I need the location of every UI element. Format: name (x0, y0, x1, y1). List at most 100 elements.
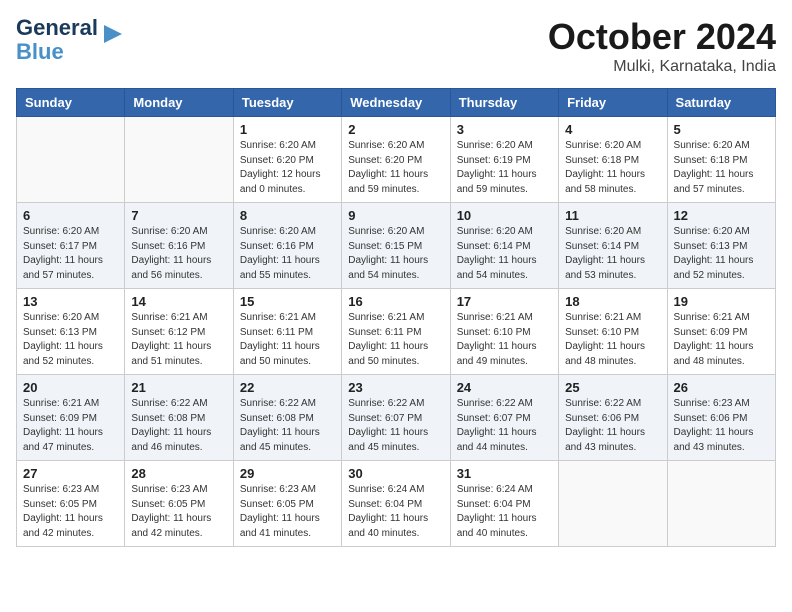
day-number: 26 (674, 380, 769, 395)
logo: GeneralBlue (16, 16, 124, 64)
page-header: GeneralBlue October 2024 Mulki, Karnatak… (16, 16, 776, 76)
calendar-week-row: 20Sunrise: 6:21 AM Sunset: 6:09 PM Dayli… (17, 375, 776, 461)
calendar-cell: 20Sunrise: 6:21 AM Sunset: 6:09 PM Dayli… (17, 375, 125, 461)
calendar-cell: 31 Sunrise: 6:24 AM Sunset: 6:04 PM Dayli… (450, 461, 558, 547)
day-info: Sunrise: 6:20 AM Sunset: 6:14 PM Dayligh… (457, 225, 552, 283)
day-info: Sunrise: 6:21 AM Sunset: 6:11 PM Dayligh… (240, 311, 335, 369)
calendar-week-row: 13 Sunrise: 6:20 AM Sunset: 6:13 PM Dayli… (17, 289, 776, 375)
calendar-cell: 21Sunrise: 6:22 AM Sunset: 6:08 PM Dayli… (125, 375, 233, 461)
day-info: Sunrise: 6:20 AM Sunset: 6:16 PM Dayligh… (240, 225, 335, 283)
calendar-cell: 5 Sunrise: 6:20 AM Sunset: 6:18 PM Daylig… (667, 117, 775, 203)
day-number: 12 (674, 208, 769, 223)
calendar-cell: 1 Sunrise: 6:20 AM Sunset: 6:20 PM Daylig… (233, 117, 341, 203)
weekday-header-sunday: Sunday (17, 89, 125, 117)
weekday-header-thursday: Thursday (450, 89, 558, 117)
day-number: 19 (674, 294, 769, 309)
calendar-cell: 3 Sunrise: 6:20 AM Sunset: 6:19 PM Daylig… (450, 117, 558, 203)
day-number: 7 (131, 208, 226, 223)
day-info: Sunrise: 6:23 AM Sunset: 6:06 PM Dayligh… (674, 397, 769, 455)
calendar-cell: 10 Sunrise: 6:20 AM Sunset: 6:14 PM Dayli… (450, 203, 558, 289)
day-number: 20 (23, 380, 118, 395)
day-info: Sunrise: 6:20 AM Sunset: 6:20 PM Dayligh… (240, 139, 335, 197)
day-number: 27 (23, 466, 118, 481)
day-info: Sunrise: 6:21 AM Sunset: 6:10 PM Dayligh… (457, 311, 552, 369)
calendar-cell: 17 Sunrise: 6:21 AM Sunset: 6:10 PM Dayli… (450, 289, 558, 375)
day-number: 25 (565, 380, 660, 395)
day-number: 24 (457, 380, 552, 395)
day-info: Sunrise: 6:21 AM Sunset: 6:09 PM Dayligh… (674, 311, 769, 369)
day-number: 4 (565, 122, 660, 137)
day-number: 11 (565, 208, 660, 223)
calendar-cell: 25Sunrise: 6:22 AM Sunset: 6:06 PM Dayli… (559, 375, 667, 461)
calendar-cell: 27 Sunrise: 6:23 AM Sunset: 6:05 PM Dayli… (17, 461, 125, 547)
day-info: Sunrise: 6:22 AM Sunset: 6:07 PM Dayligh… (457, 397, 552, 455)
calendar-table: SundayMondayTuesdayWednesdayThursdayFrid… (16, 88, 776, 547)
day-info: Sunrise: 6:20 AM Sunset: 6:18 PM Dayligh… (565, 139, 660, 197)
day-info: Sunrise: 6:20 AM Sunset: 6:13 PM Dayligh… (23, 311, 118, 369)
calendar-cell: 14Sunrise: 6:21 AM Sunset: 6:12 PM Dayli… (125, 289, 233, 375)
day-number: 1 (240, 122, 335, 137)
day-number: 3 (457, 122, 552, 137)
day-info: Sunrise: 6:20 AM Sunset: 6:15 PM Dayligh… (348, 225, 443, 283)
day-number: 17 (457, 294, 552, 309)
calendar-cell: 12Sunrise: 6:20 AM Sunset: 6:13 PM Dayli… (667, 203, 775, 289)
calendar-header-row: SundayMondayTuesdayWednesdayThursdayFrid… (17, 89, 776, 117)
calendar-week-row: 6 Sunrise: 6:20 AM Sunset: 6:17 PM Daylig… (17, 203, 776, 289)
day-info: Sunrise: 6:21 AM Sunset: 6:12 PM Dayligh… (131, 311, 226, 369)
calendar-cell: 18 Sunrise: 6:21 AM Sunset: 6:10 PM Dayli… (559, 289, 667, 375)
calendar-cell: 19 Sunrise: 6:21 AM Sunset: 6:09 PM Dayli… (667, 289, 775, 375)
location-title: Mulki, Karnataka, India (548, 58, 776, 76)
day-number: 5 (674, 122, 769, 137)
weekday-header-monday: Monday (125, 89, 233, 117)
weekday-header-friday: Friday (559, 89, 667, 117)
day-info: Sunrise: 6:23 AM Sunset: 6:05 PM Dayligh… (131, 483, 226, 541)
day-info: Sunrise: 6:20 AM Sunset: 6:19 PM Dayligh… (457, 139, 552, 197)
day-info: Sunrise: 6:20 AM Sunset: 6:20 PM Dayligh… (348, 139, 443, 197)
day-number: 18 (565, 294, 660, 309)
day-number: 28 (131, 466, 226, 481)
calendar-cell: 6 Sunrise: 6:20 AM Sunset: 6:17 PM Daylig… (17, 203, 125, 289)
calendar-cell (125, 117, 233, 203)
day-number: 10 (457, 208, 552, 223)
calendar-cell: 7 Sunrise: 6:20 AM Sunset: 6:16 PM Daylig… (125, 203, 233, 289)
calendar-cell: 28 Sunrise: 6:23 AM Sunset: 6:05 PM Dayli… (125, 461, 233, 547)
weekday-header-tuesday: Tuesday (233, 89, 341, 117)
calendar-cell: 26 Sunrise: 6:23 AM Sunset: 6:06 PM Dayli… (667, 375, 775, 461)
calendar-cell: 11 Sunrise: 6:20 AM Sunset: 6:14 PM Dayli… (559, 203, 667, 289)
day-info: Sunrise: 6:21 AM Sunset: 6:11 PM Dayligh… (348, 311, 443, 369)
day-info: Sunrise: 6:20 AM Sunset: 6:14 PM Dayligh… (565, 225, 660, 283)
day-number: 31 (457, 466, 552, 481)
calendar-cell: 30 Sunrise: 6:24 AM Sunset: 6:04 PM Dayli… (342, 461, 450, 547)
day-number: 23 (348, 380, 443, 395)
day-number: 13 (23, 294, 118, 309)
day-info: Sunrise: 6:23 AM Sunset: 6:05 PM Dayligh… (23, 483, 118, 541)
day-info: Sunrise: 6:20 AM Sunset: 6:18 PM Dayligh… (674, 139, 769, 197)
day-info: Sunrise: 6:20 AM Sunset: 6:16 PM Dayligh… (131, 225, 226, 283)
day-info: Sunrise: 6:24 AM Sunset: 6:04 PM Dayligh… (457, 483, 552, 541)
day-number: 21 (131, 380, 226, 395)
calendar-cell: 4 Sunrise: 6:20 AM Sunset: 6:18 PM Daylig… (559, 117, 667, 203)
title-block: October 2024 Mulki, Karnataka, India (548, 16, 776, 76)
day-info: Sunrise: 6:22 AM Sunset: 6:08 PM Dayligh… (240, 397, 335, 455)
calendar-cell (17, 117, 125, 203)
calendar-week-row: 27 Sunrise: 6:23 AM Sunset: 6:05 PM Dayli… (17, 461, 776, 547)
day-number: 22 (240, 380, 335, 395)
calendar-cell: 15Sunrise: 6:21 AM Sunset: 6:11 PM Dayli… (233, 289, 341, 375)
calendar-cell: 9Sunrise: 6:20 AM Sunset: 6:15 PM Daylig… (342, 203, 450, 289)
calendar-cell: 2Sunrise: 6:20 AM Sunset: 6:20 PM Daylig… (342, 117, 450, 203)
calendar-cell: 16Sunrise: 6:21 AM Sunset: 6:11 PM Dayli… (342, 289, 450, 375)
calendar-cell (559, 461, 667, 547)
calendar-body: 1 Sunrise: 6:20 AM Sunset: 6:20 PM Daylig… (17, 117, 776, 547)
day-info: Sunrise: 6:23 AM Sunset: 6:05 PM Dayligh… (240, 483, 335, 541)
day-info: Sunrise: 6:21 AM Sunset: 6:10 PM Dayligh… (565, 311, 660, 369)
weekday-header-wednesday: Wednesday (342, 89, 450, 117)
calendar-cell (667, 461, 775, 547)
day-info: Sunrise: 6:20 AM Sunset: 6:17 PM Dayligh… (23, 225, 118, 283)
day-number: 6 (23, 208, 118, 223)
calendar-cell: 22 Sunrise: 6:22 AM Sunset: 6:08 PM Dayli… (233, 375, 341, 461)
day-number: 8 (240, 208, 335, 223)
day-info: Sunrise: 6:24 AM Sunset: 6:04 PM Dayligh… (348, 483, 443, 541)
logo-text: GeneralBlue (16, 16, 98, 64)
day-number: 29 (240, 466, 335, 481)
day-number: 30 (348, 466, 443, 481)
